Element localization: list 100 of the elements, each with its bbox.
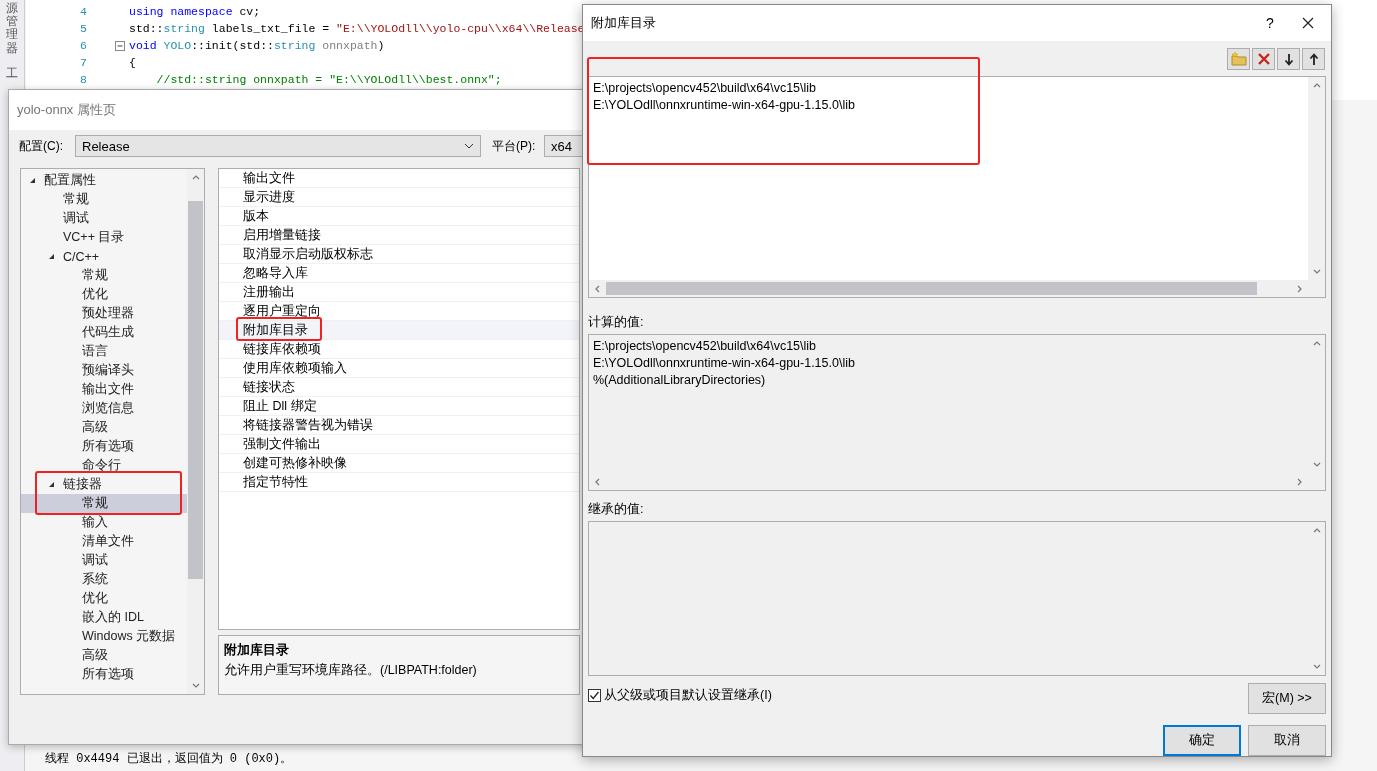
property-item[interactable]: 阻止 Dll 绑定 (219, 397, 579, 416)
tree-item[interactable]: 命令行 (21, 456, 187, 475)
tree-item[interactable]: 高级 (21, 418, 187, 437)
tree-item[interactable]: 代码生成 (21, 323, 187, 342)
scrollbar[interactable] (1308, 77, 1325, 280)
tree-item[interactable]: 链接器 (21, 475, 187, 494)
tree-item[interactable]: 常规 (21, 494, 187, 513)
tree-item[interactable]: 配置属性 (21, 171, 187, 190)
arrow-up-icon (1308, 52, 1319, 66)
property-item[interactable]: 强制文件输出 (219, 435, 579, 454)
close-icon[interactable] (1302, 17, 1314, 29)
property-item[interactable]: 注册输出 (219, 283, 579, 302)
checkmark-icon (589, 690, 600, 701)
expanded-triangle-icon[interactable] (29, 177, 36, 184)
line-number: 8 (79, 73, 87, 86)
scroll-right-icon[interactable] (1295, 477, 1304, 486)
line-number: 7 (79, 56, 87, 69)
code-line: void YOLO::init(std::string onnxpath) (128, 39, 385, 52)
field-label: 平台(P): (492, 137, 537, 155)
tree-item[interactable]: C/C++ (21, 247, 187, 266)
scrollbar[interactable] (589, 280, 1308, 297)
expanded-triangle-icon[interactable] (48, 253, 55, 260)
dialog-button[interactable]: 取消 (1248, 725, 1326, 756)
scroll-down-icon[interactable] (1312, 460, 1321, 469)
scroll-left-icon[interactable] (593, 477, 602, 486)
scroll-down-icon[interactable] (1312, 267, 1321, 276)
tree-item[interactable]: 优化 (21, 285, 187, 304)
tree-item[interactable]: 系统 (21, 570, 187, 589)
directory-entry[interactable]: E:\YOLOdll\onnxruntime-win-x64-gpu-1.15.0\lib (593, 97, 1304, 114)
folder-icon (1230, 52, 1247, 66)
tree-item[interactable]: VC++ 目录 (21, 228, 187, 247)
computed-value: E:\YOLOdll\onnxruntime-win-x64-gpu-1.15.0\lib (593, 355, 856, 372)
tree-item[interactable]: 预处理器 (21, 304, 187, 323)
line-number: 4 (79, 5, 87, 18)
directory-entry[interactable]: E:\projects\opencv452\build\x64\vc15\lib (593, 80, 1304, 97)
code-line: //std::string onnxpath = "E:\\YOLOdll\\best.onnx"; (155, 73, 502, 86)
scroll-up-icon[interactable] (1312, 339, 1321, 348)
chevron-down-icon (464, 143, 474, 149)
property-item[interactable]: 附加库目录 (219, 321, 579, 340)
tree-item[interactable]: 常规 (21, 190, 187, 209)
code-line: { (128, 56, 136, 69)
scroll-left-icon[interactable] (593, 284, 602, 293)
delete-button[interactable] (1252, 48, 1275, 70)
dialog-button[interactable]: 确定 (1163, 725, 1241, 756)
tree-item[interactable]: 所有选项 (21, 437, 187, 456)
directory-list[interactable]: E:\projects\opencv452\build\x64\vc15\lib E:\YOLOdll\onnxruntime-win-x64-gpu-1.15.0\lib (588, 76, 1326, 298)
scrollbar[interactable] (187, 169, 204, 694)
scroll-up-icon[interactable] (1312, 526, 1321, 535)
side-tab[interactable]: 工 (6, 66, 18, 80)
scroll-up-icon[interactable] (191, 173, 200, 182)
tree-item[interactable]: 预编译头 (21, 361, 187, 380)
property-item[interactable]: 链接状态 (219, 378, 579, 397)
property-item[interactable]: 版本 (219, 207, 579, 226)
property-item[interactable]: 启用增量链接 (219, 226, 579, 245)
arrow-down-icon (1283, 52, 1294, 66)
property-item[interactable]: 输出文件 (219, 169, 579, 188)
code-line: std::string labels_txt_file = "E:\\YOLOdll\\yolo-cpu\\x64\\Release (128, 22, 585, 35)
property-item[interactable]: 创建可热修补映像 (219, 454, 579, 473)
property-item[interactable]: 取消显示启动版权标志 (219, 245, 579, 264)
property-item[interactable]: 链接库依赖项 (219, 340, 579, 359)
expanded-triangle-icon[interactable] (48, 481, 55, 488)
help-button[interactable]: ? (1255, 14, 1285, 32)
scroll-up-icon[interactable] (1312, 81, 1321, 90)
scroll-right-icon[interactable] (1295, 284, 1304, 293)
scroll-down-icon[interactable] (1312, 662, 1321, 671)
scroll-down-icon[interactable] (191, 681, 200, 690)
inherit-checkbox[interactable]: 从父级或项目默认设置继承(I) (588, 687, 772, 704)
tree-item[interactable]: 调试 (21, 551, 187, 570)
tree-item[interactable]: 嵌入的 IDL (21, 608, 187, 627)
description-title: 附加库目录 (224, 642, 290, 659)
tree-item[interactable]: 调试 (21, 209, 187, 228)
section-label: 计算的值: (588, 314, 645, 331)
side-tab[interactable]: 源管理器 (6, 2, 18, 55)
configuration-dropdown[interactable]: Release (75, 135, 481, 157)
tree-item[interactable]: 优化 (21, 589, 187, 608)
line-number: 5 (79, 22, 87, 35)
tree-item[interactable]: 输入 (21, 513, 187, 532)
field-label: 配置(C): (19, 137, 64, 155)
computed-value: %(AdditionalLibraryDirectories) (593, 372, 767, 389)
tree-item[interactable]: 浏览信息 (21, 399, 187, 418)
property-item[interactable]: 显示进度 (219, 188, 579, 207)
section-label: 继承的值: (588, 501, 645, 518)
property-item[interactable]: 指定节特性 (219, 473, 579, 492)
property-item[interactable]: 将链接器警告视为错误 (219, 416, 579, 435)
collapse-icon[interactable] (115, 40, 125, 51)
tree-item[interactable]: 常规 (21, 266, 187, 285)
tree-item[interactable]: Windows 元数据 (21, 627, 187, 646)
output-line: 线程 0x4494 已退出，返回值为 0 (0x0)。 (45, 751, 293, 767)
line-number: 6 (79, 39, 87, 52)
tree-item[interactable]: 所有选项 (21, 665, 187, 684)
tree-item[interactable]: 输出文件 (21, 380, 187, 399)
property-item[interactable]: 使用库依赖项输入 (219, 359, 579, 378)
move-up-button[interactable] (1302, 48, 1325, 70)
tree-item[interactable]: 高级 (21, 646, 187, 665)
tree-item[interactable]: 清单文件 (21, 532, 187, 551)
macros-button[interactable]: 宏(M) >> (1248, 683, 1326, 714)
property-item[interactable]: 忽略导入库 (219, 264, 579, 283)
move-down-button[interactable] (1277, 48, 1300, 70)
tree-item[interactable]: 语言 (21, 342, 187, 361)
dialog-title: 附加库目录 (591, 14, 656, 32)
